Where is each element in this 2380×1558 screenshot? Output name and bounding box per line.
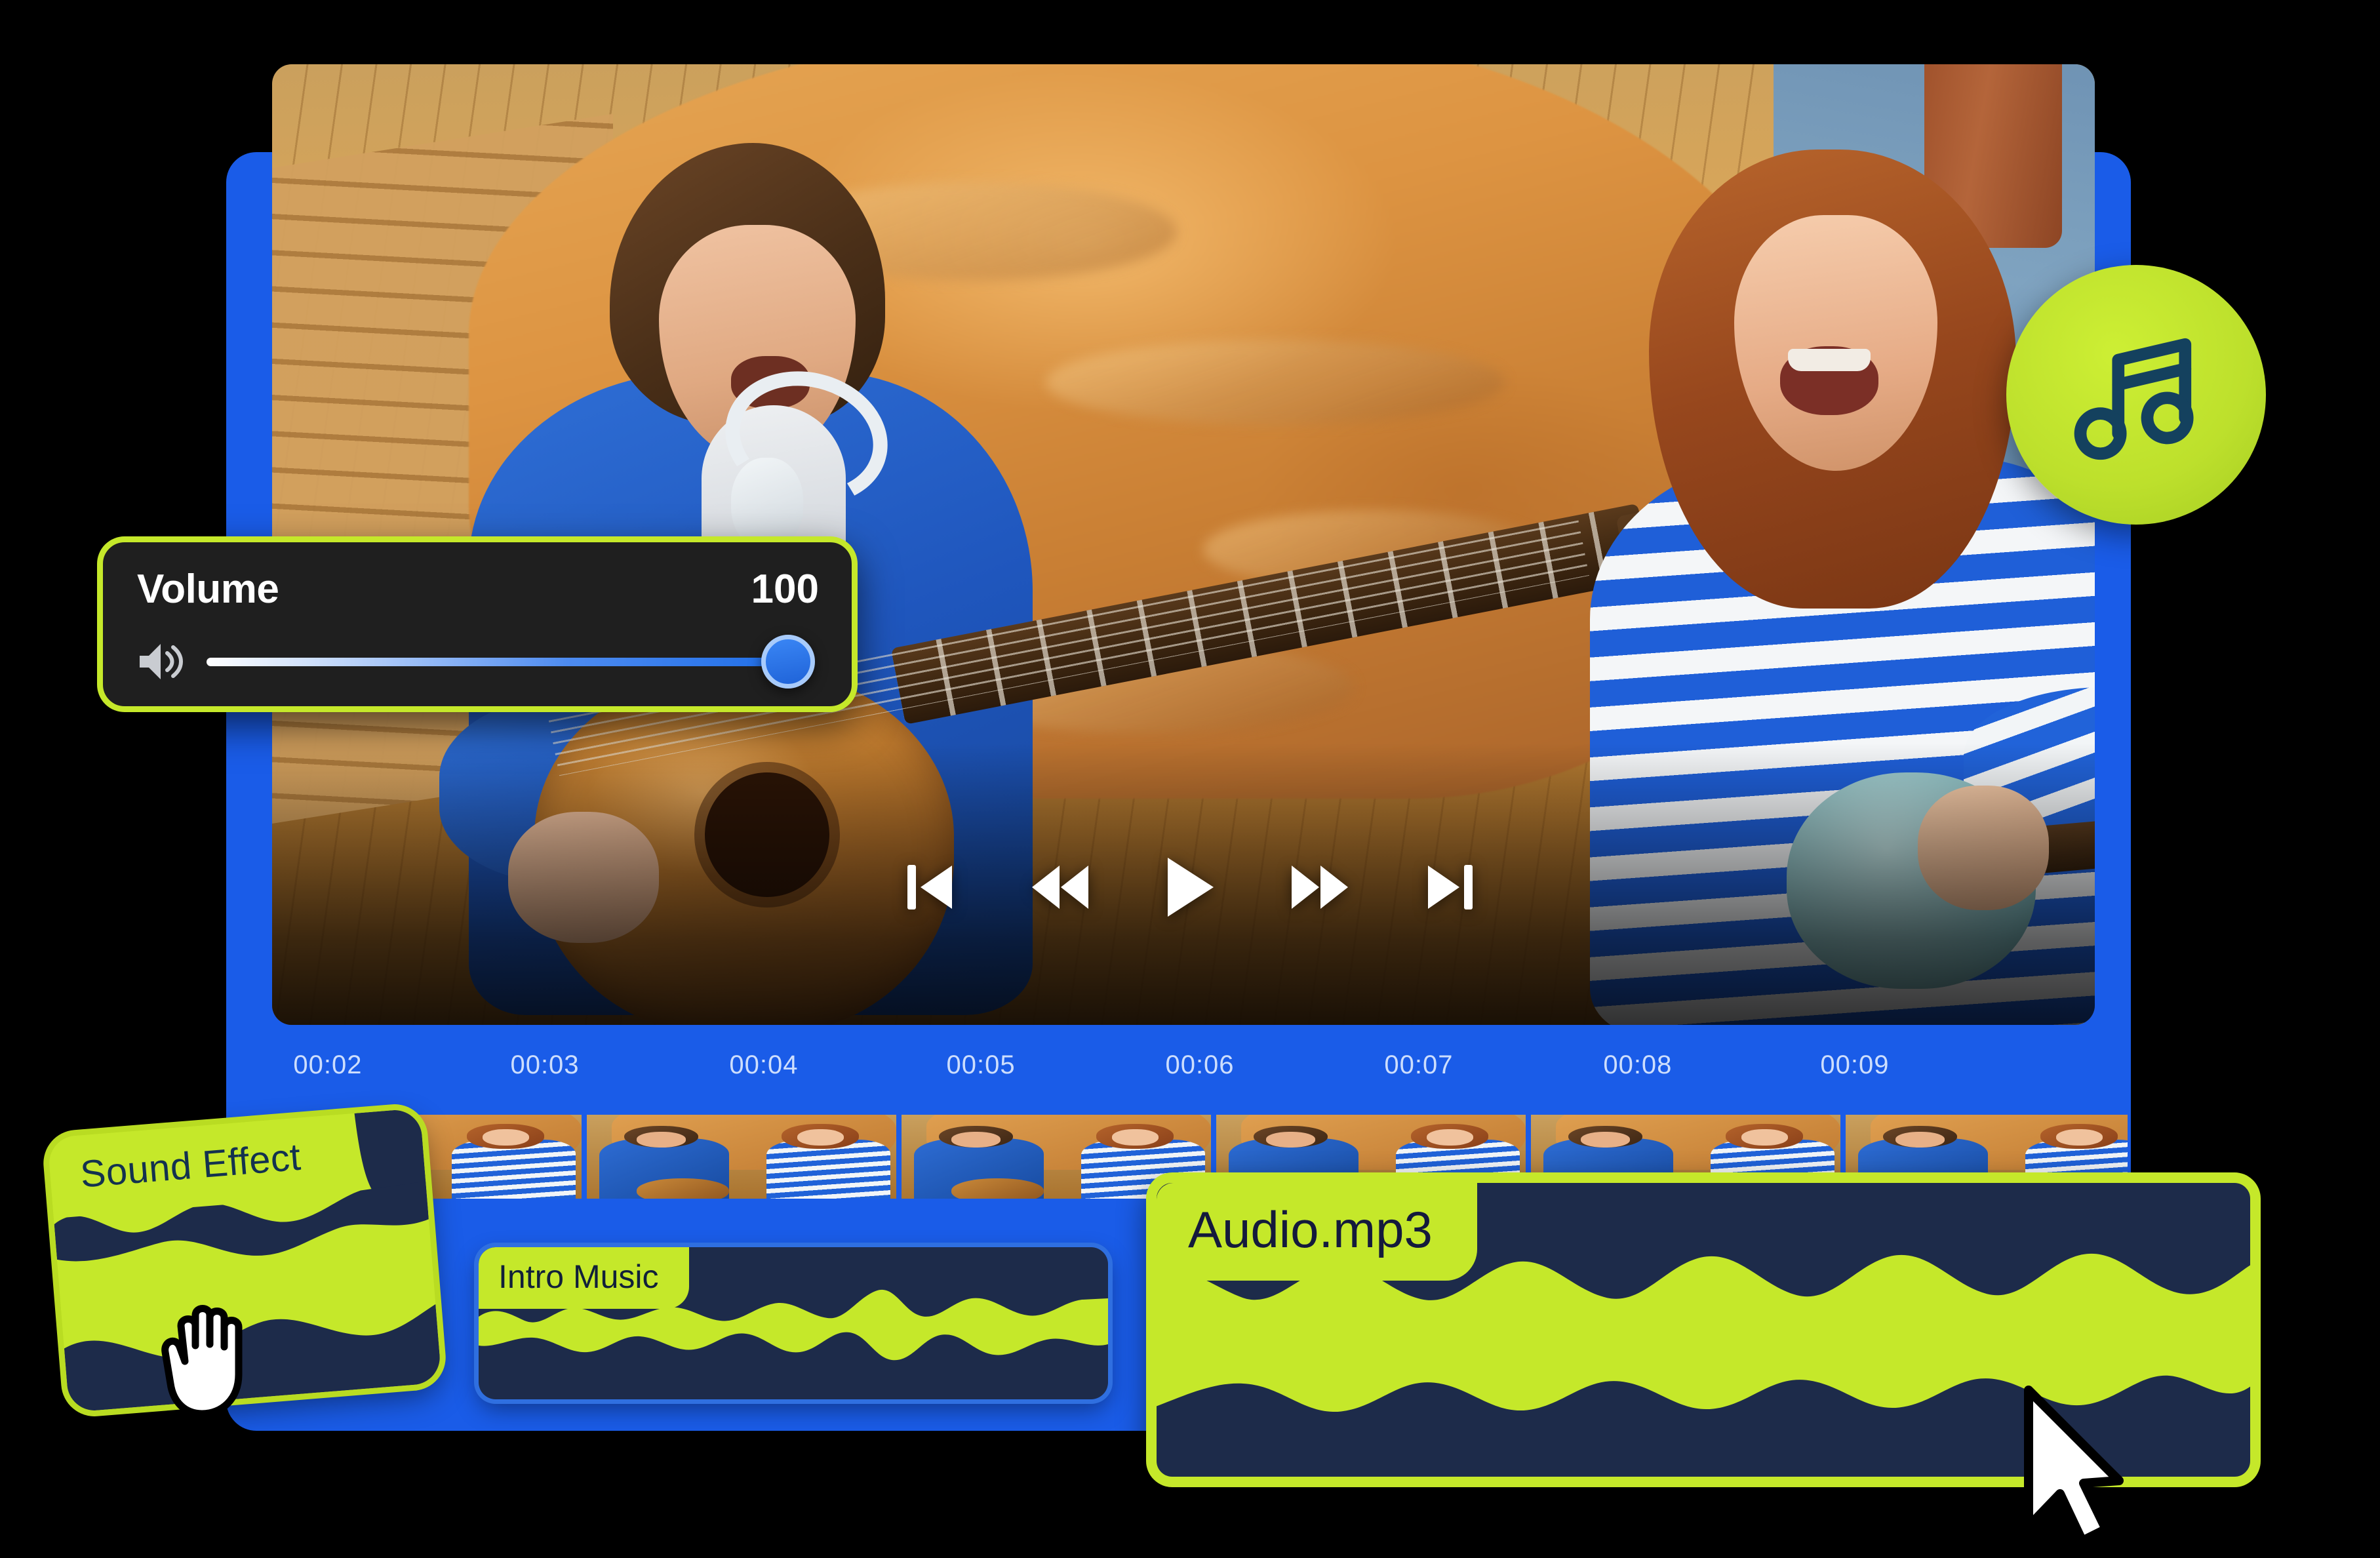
timeline-tick-0: 00:02 [293,1050,363,1079]
timeline-tick-6: 00:08 [1603,1050,1673,1079]
fast-forward-icon [1290,862,1349,913]
volume-header: Volume 100 [137,566,819,612]
timeline-tick-1: 00:03 [510,1050,580,1079]
video-thumbnail[interactable] [587,1115,896,1199]
music-note-badge[interactable] [2006,265,2266,525]
music-note-icon [2069,327,2203,464]
timeline-tick-4: 00:06 [1165,1050,1235,1079]
rewind-button[interactable] [1029,856,1092,919]
speaker-wave-icon[interactable] [137,640,184,683]
clip-intro-music-card[interactable]: Intro Music [479,1247,1108,1399]
clip-audio-mp3-label: Audio.mp3 [1157,1183,1477,1281]
volume-title: Volume [137,567,279,612]
volume-slider-track[interactable] [207,657,789,666]
skip-forward-button[interactable] [1418,856,1481,919]
grab-hand-cursor [161,1279,260,1418]
volume-slider-row [137,635,819,689]
clip-intro-music-label: Intro Music [479,1247,689,1309]
play-icon [1164,856,1216,919]
timeline-ruler[interactable]: 00:02 00:03 00:04 00:05 00:06 00:07 00:08 00:09 [272,1035,2128,1107]
timeline-tick-7: 00:09 [1820,1050,1890,1079]
skip-back-icon [906,862,955,913]
play-button[interactable] [1159,856,1221,919]
rewind-icon [1031,862,1090,913]
volume-slider[interactable] [207,635,819,689]
volume-slider-thumb[interactable] [761,635,815,689]
timeline-tick-2: 00:04 [729,1050,799,1079]
arrow-pointer-cursor [2019,1384,2124,1548]
skip-forward-icon [1425,862,1474,913]
playback-controls [899,856,1481,919]
clip-intro-music[interactable]: Intro Music [479,1247,1108,1399]
volume-value: 100 [751,567,819,612]
skip-back-button[interactable] [899,856,962,919]
timeline-tick-3: 00:05 [946,1050,1016,1079]
editor-screenshot: 00:02 00:03 00:04 00:05 00:06 00:07 00:08 00:09… [0,0,2380,1558]
volume-panel[interactable]: Volume 100 [97,536,858,712]
fast-forward-button[interactable] [1288,856,1351,919]
timeline-tick-5: 00:07 [1384,1050,1454,1079]
